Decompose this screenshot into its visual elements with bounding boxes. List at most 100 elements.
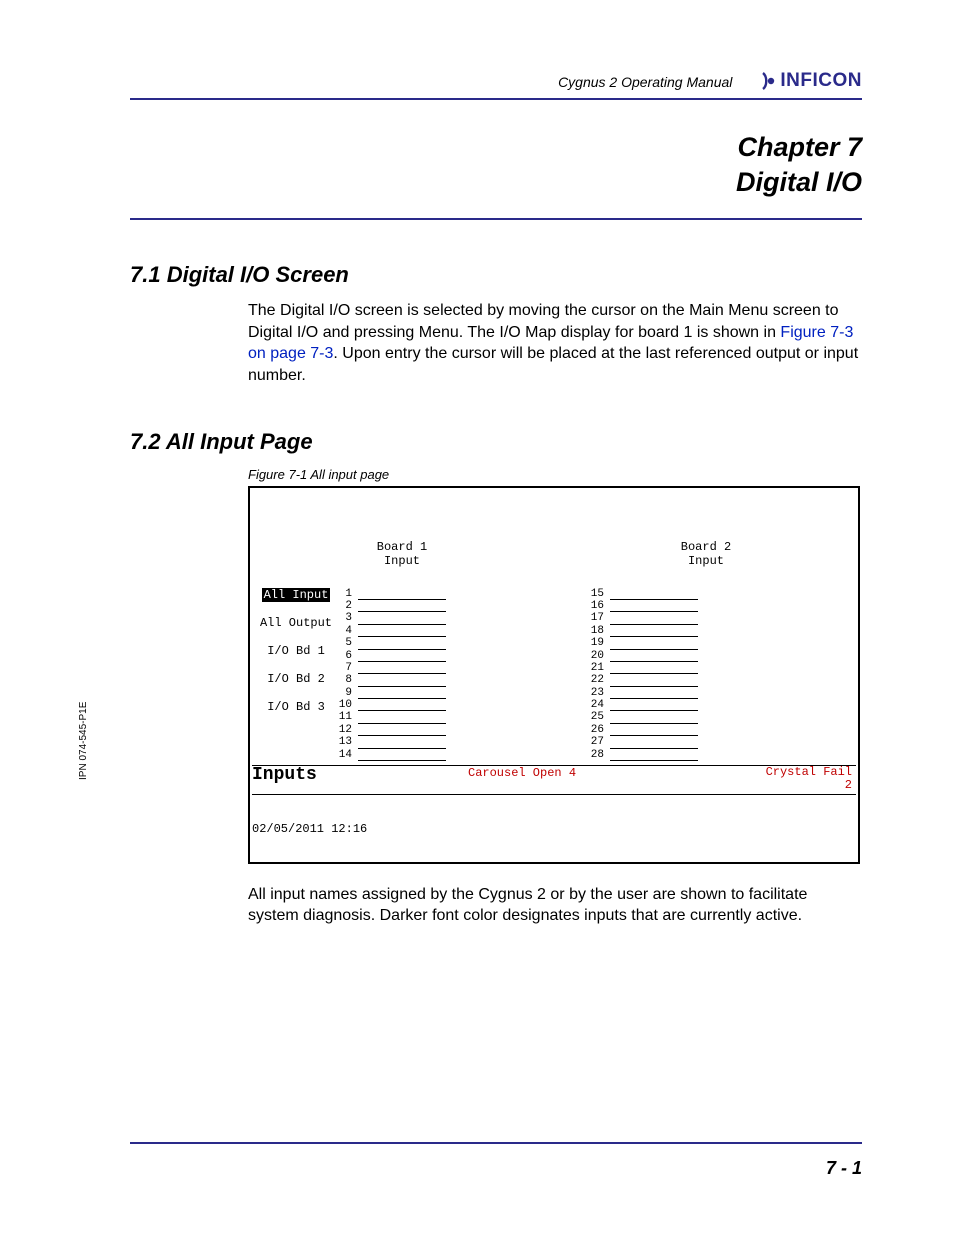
input-row: 13	[336, 736, 536, 748]
input-number: 23	[588, 687, 606, 699]
input-number: 8	[336, 674, 354, 686]
crystal-fail-value: 2	[845, 778, 852, 792]
nav-all-input-label: All Input	[262, 588, 331, 602]
chapter-number: Chapter 7	[130, 130, 862, 165]
input-number: 24	[588, 699, 606, 711]
input-value-line	[358, 602, 446, 612]
input-row: 17	[588, 612, 788, 624]
input-value-line	[610, 640, 698, 650]
input-value-line	[358, 615, 446, 625]
input-value-line	[358, 627, 446, 637]
board-2-subtitle: Input	[554, 554, 858, 568]
input-number: 4	[336, 625, 354, 637]
input-row: 15	[588, 588, 788, 600]
nav-io-bd-1[interactable]: I/O Bd 1	[256, 644, 336, 658]
input-row: 19	[588, 637, 788, 649]
input-value-line	[610, 739, 698, 749]
board-1-subtitle: Input	[250, 554, 554, 568]
section-7-1-heading: 7.1 Digital I/O Screen	[130, 262, 862, 288]
input-number: 16	[588, 600, 606, 612]
input-number: 19	[588, 637, 606, 649]
nav-io-bd-2[interactable]: I/O Bd 2	[256, 672, 336, 686]
input-number: 26	[588, 724, 606, 736]
brand-text: INFICON	[780, 70, 862, 92]
section-7-2-paragraph: All input names assigned by the Cygnus 2…	[248, 884, 862, 927]
nav-column: All Input All Output I/O Bd 1 I/O Bd 2 I…	[256, 588, 336, 728]
input-number: 28	[588, 749, 606, 761]
chapter-name: Digital I/O	[130, 165, 862, 200]
page-footer: 7 - 1	[130, 1142, 862, 1179]
board-1-header: Board 1 Input	[250, 540, 554, 569]
page-header: Cygnus 2 Operating Manual INFICON	[130, 70, 862, 100]
board-1-title: Board 1	[250, 540, 554, 554]
input-number: 13	[336, 736, 354, 748]
input-row: 9	[336, 687, 536, 699]
input-value-line	[610, 689, 698, 699]
board-2-header: Board 2 Input	[554, 540, 858, 569]
input-row: 21	[588, 662, 788, 674]
board-header-row: Board 1 Input Board 2 Input	[250, 540, 858, 569]
input-number: 2	[336, 600, 354, 612]
input-number: 3	[336, 612, 354, 624]
input-row: 26	[588, 724, 788, 736]
input-value-line	[358, 701, 446, 711]
input-value-line	[610, 664, 698, 674]
input-value-line	[610, 701, 698, 711]
manual-title: Cygnus 2 Operating Manual	[558, 74, 732, 92]
input-value-line	[358, 652, 446, 662]
input-number: 9	[336, 687, 354, 699]
input-value-line	[358, 689, 446, 699]
para-text-b: . Upon entry the cursor will be placed a…	[248, 345, 858, 384]
input-number: 12	[336, 724, 354, 736]
input-number: 20	[588, 650, 606, 662]
input-row: 23	[588, 687, 788, 699]
input-row: 28	[588, 749, 788, 761]
page: Cygnus 2 Operating Manual INFICON Chapte…	[0, 0, 954, 1235]
input-value-line	[358, 751, 446, 761]
input-value-line	[610, 602, 698, 612]
input-number: 10	[336, 699, 354, 711]
status-title: Inputs	[252, 766, 317, 784]
input-row: 5	[336, 637, 536, 649]
input-number: 11	[336, 711, 354, 723]
input-number: 22	[588, 674, 606, 686]
status-message-crystal: Crystal Fail 2	[766, 766, 852, 792]
input-row: 7	[336, 662, 536, 674]
input-number: 14	[336, 749, 354, 761]
input-row: 3	[336, 612, 536, 624]
input-number: 5	[336, 637, 354, 649]
input-row: 10	[336, 699, 536, 711]
board-2-title: Board 2	[554, 540, 858, 554]
side-ipn-label: IPN 074-545-P1E	[78, 702, 89, 780]
section-7-2-heading: 7.2 All Input Page	[130, 429, 862, 455]
input-row: 24	[588, 699, 788, 711]
crystal-fail-label: Crystal Fail	[766, 765, 852, 779]
input-number: 15	[588, 588, 606, 600]
input-value-line	[610, 714, 698, 724]
input-number: 18	[588, 625, 606, 637]
logo-icon	[760, 71, 776, 91]
inputs-column-2: 1516171819202122232425262728	[588, 588, 788, 761]
brand-logo: INFICON	[760, 70, 862, 92]
figure-7-1-frame: Board 1 Input Board 2 Input All Input Al…	[248, 486, 860, 864]
nav-io-bd-3[interactable]: I/O Bd 3	[256, 700, 336, 714]
input-row: 4	[336, 625, 536, 637]
input-value-line	[610, 627, 698, 637]
input-row: 2	[336, 600, 536, 612]
input-row: 14	[336, 749, 536, 761]
input-row: 25	[588, 711, 788, 723]
nav-all-output[interactable]: All Output	[256, 616, 336, 630]
input-row: 8	[336, 674, 536, 686]
input-number: 6	[336, 650, 354, 662]
input-value-line	[358, 739, 446, 749]
input-row: 22	[588, 674, 788, 686]
status-bar: Inputs Carousel Open 4 Crystal Fail 2	[252, 765, 856, 795]
input-value-line	[610, 751, 698, 761]
input-row: 27	[588, 736, 788, 748]
input-value-line	[358, 714, 446, 724]
input-value-line	[358, 726, 446, 736]
input-number: 1	[336, 588, 354, 600]
input-value-line	[610, 677, 698, 687]
input-row: 1	[336, 588, 536, 600]
nav-all-input[interactable]: All Input	[256, 588, 336, 602]
